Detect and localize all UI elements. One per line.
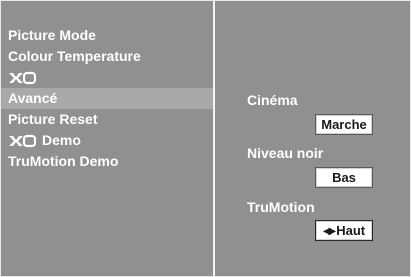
cinema-label: Cinéma [247, 92, 298, 108]
trumotion-label: TruMotion [247, 199, 315, 215]
menu-item-xd-demo[interactable]: Demo [1, 130, 213, 151]
niveau-noir-label: Niveau noir [247, 145, 324, 161]
trumotion-value-box[interactable]: ◀▶ Haut [315, 220, 373, 241]
menu-item-colour-temperature[interactable]: Colour Temperature [1, 46, 213, 67]
xd-logo-icon [9, 72, 36, 85]
picture-menu: Picture Mode Colour Temperature Avancé P… [1, 1, 213, 276]
menu-item-picture-reset[interactable]: Picture Reset [1, 109, 213, 130]
niveau-noir-value: Bas [332, 170, 356, 185]
niveau-noir-value-box[interactable]: Bas [315, 167, 373, 188]
osd-menu-window: Picture Mode Colour Temperature Avancé P… [0, 0, 411, 277]
menu-item-label: TruMotion Demo [8, 153, 119, 169]
menu-item-picture-mode[interactable]: Picture Mode [1, 25, 213, 46]
menu-item-label: Avancé [8, 90, 58, 106]
left-right-arrows-icon: ◀▶ [322, 226, 336, 237]
menu-item-trumotion-demo[interactable]: TruMotion Demo [1, 151, 213, 172]
xd-logo-icon [9, 135, 36, 148]
cinema-value: Marche [321, 117, 367, 132]
menu-item-label: Picture Reset [8, 111, 98, 127]
menu-item-avance[interactable]: Avancé [1, 88, 213, 109]
menu-item-label: Demo [42, 132, 81, 148]
trumotion-value: Haut [336, 223, 366, 238]
cinema-value-box[interactable]: Marche [315, 114, 373, 135]
menu-item-label: Colour Temperature [8, 48, 141, 64]
advanced-settings-panel: Cinéma Marche Niveau noir Bas TruMotion … [215, 1, 410, 276]
menu-item-xd[interactable] [1, 67, 213, 88]
menu-item-label: Picture Mode [8, 27, 96, 43]
